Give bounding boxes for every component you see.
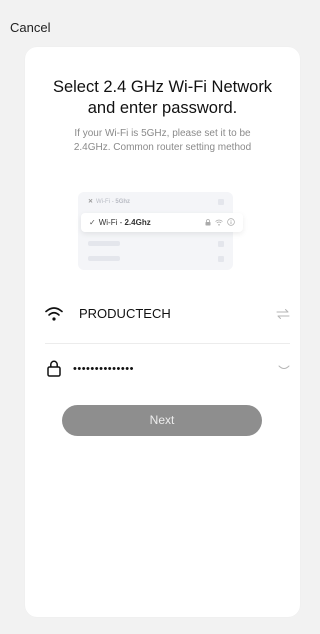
eye-closed-icon[interactable] (278, 363, 290, 373)
wifi-icon (45, 307, 63, 321)
top-bar: Cancel (0, 0, 310, 44)
illustration-row-5ghz: ✕ Wi-Fi - 5Ghz (88, 196, 224, 208)
help-text: If your Wi-Fi is 5GHz, please set it to … (25, 127, 300, 155)
lock-icon (47, 360, 61, 377)
network-ssid: PRODUCTECH (79, 306, 171, 321)
illustration-row-24ghz-band: 2.4Ghz (124, 218, 151, 227)
cancel-button[interactable]: Cancel (10, 20, 50, 35)
wifi-band-illustration: ✕ Wi-Fi - 5Ghz ✓ Wi-Fi - 2.4Ghz (78, 192, 243, 270)
info-icon (227, 218, 235, 226)
title-line-2: and enter password. (87, 99, 238, 117)
placeholder-square-icon (218, 256, 224, 262)
illustration-placeholder-bar (88, 241, 120, 246)
small-lock-icon (205, 218, 211, 226)
switch-network-icon[interactable] (276, 308, 290, 320)
title-line-1: Select 2.4 GHz Wi-Fi Network (52, 78, 273, 96)
placeholder-square-icon (218, 199, 224, 205)
illustration-row-24ghz: ✓ Wi-Fi - 2.4Ghz (81, 213, 243, 232)
illustration-row-5ghz-prefix: Wi-Fi - (96, 199, 116, 205)
password-input[interactable] (73, 360, 253, 378)
help-text-line-1: If your Wi-Fi is 5GHz, please set it to … (74, 128, 251, 139)
network-selector[interactable]: PRODUCTECH (45, 304, 290, 328)
placeholder-square-icon (218, 241, 224, 247)
password-row (45, 360, 290, 384)
small-wifi-icon (215, 219, 223, 226)
field-divider (45, 343, 290, 344)
illustration-row-24ghz-prefix: Wi-Fi - (98, 218, 125, 227)
cross-icon: ✕ (88, 199, 94, 205)
setup-card: Select 2.4 GHz Wi-Fi Network and enter p… (25, 47, 300, 617)
illustration-row-5ghz-band: 5Ghz (115, 199, 131, 205)
next-button[interactable]: Next (62, 405, 262, 436)
check-icon: ✓ (89, 218, 96, 227)
illustration-placeholder-bar (88, 256, 120, 261)
network-status-icons (205, 213, 235, 232)
page-title: Select 2.4 GHz Wi-Fi Network and enter p… (25, 77, 300, 119)
help-text-line-2: 2.4GHz. Common router setting method (73, 142, 252, 153)
